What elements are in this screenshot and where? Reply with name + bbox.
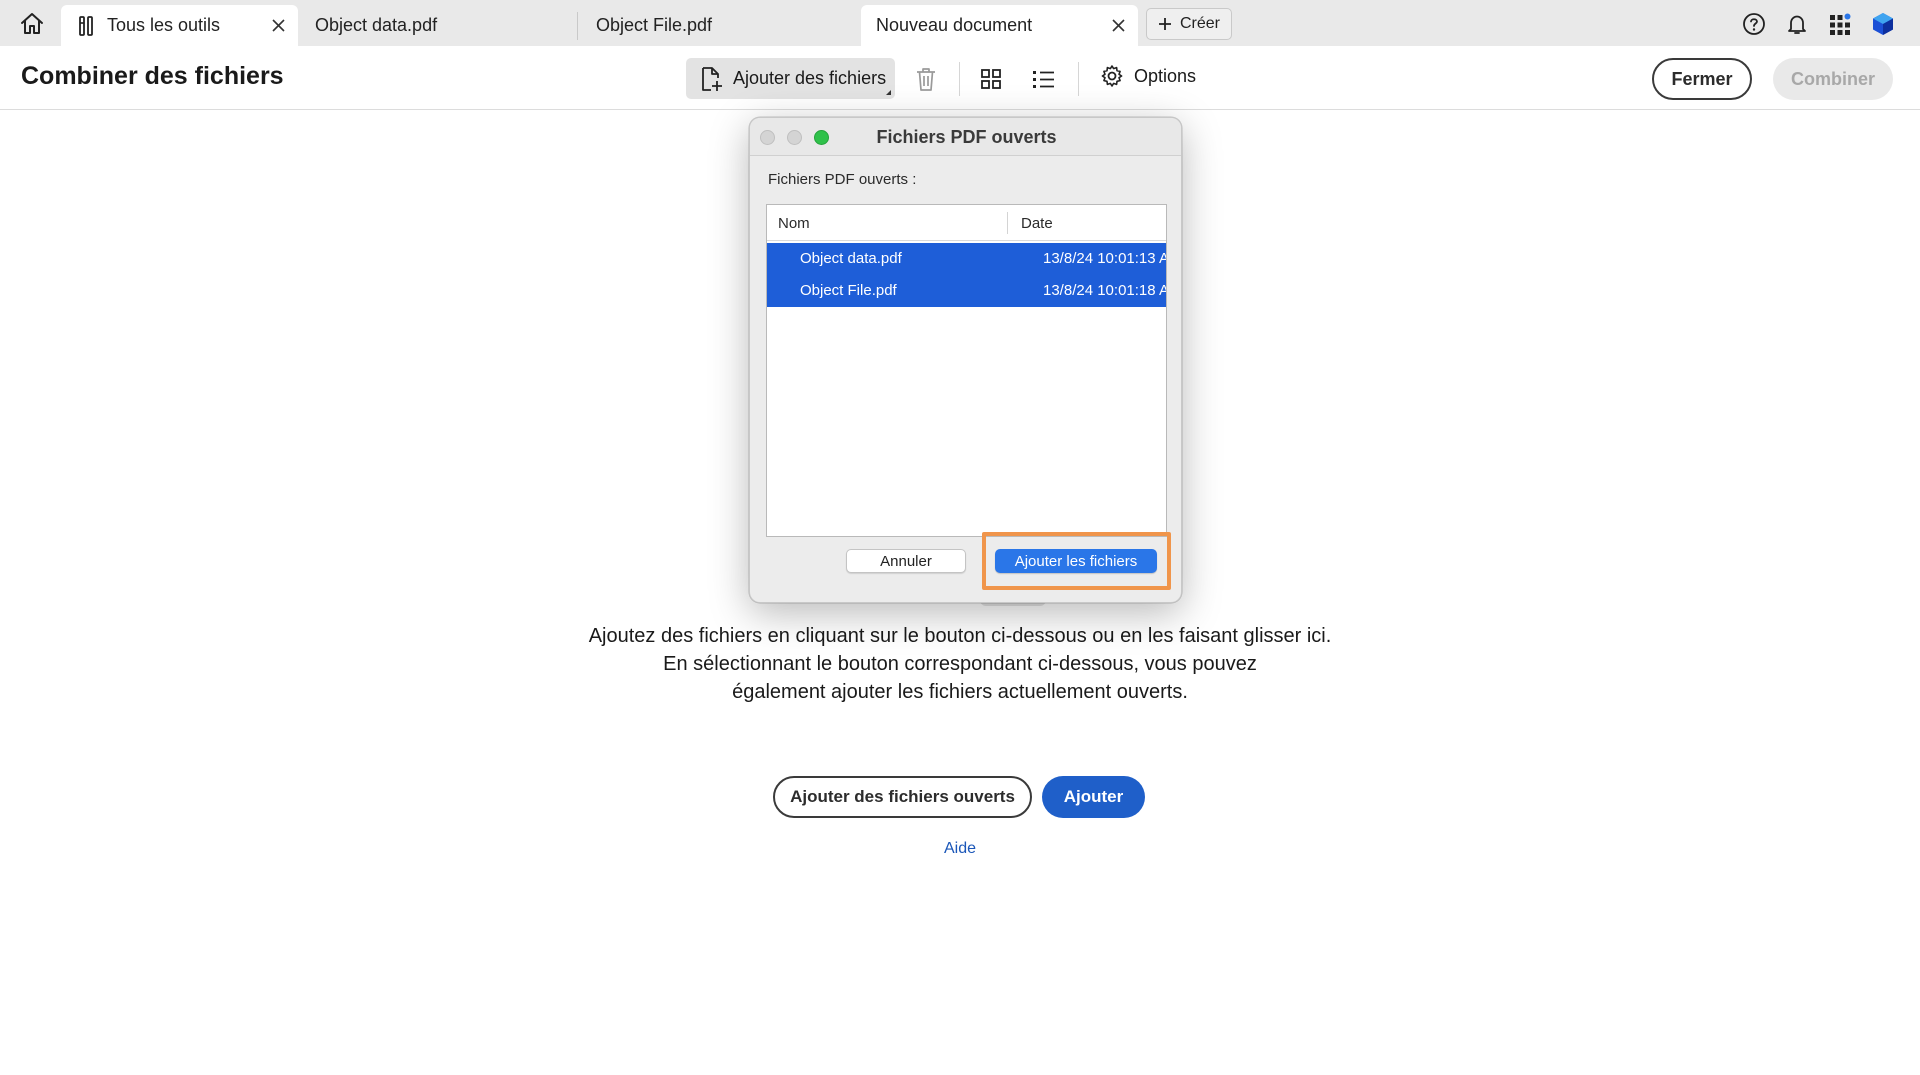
tab-object-data[interactable]: Object data.pdf	[298, 5, 578, 46]
cloud-profile-icon	[1873, 13, 1893, 35]
profile-button[interactable]	[1869, 10, 1897, 38]
list-view-button[interactable]	[1030, 65, 1058, 93]
toolbar-divider	[959, 62, 960, 96]
list-view-icon	[1033, 71, 1054, 88]
column-header-name[interactable]: Nom	[778, 215, 810, 232]
add-file-icon	[702, 66, 722, 91]
home-icon	[21, 13, 43, 34]
grid-view-button[interactable]	[977, 65, 1005, 93]
instructions-text: Ajoutez des fichiers en cliquant sur le …	[460, 622, 1460, 706]
help-link[interactable]: Aide	[930, 840, 990, 858]
page-title: Combiner des fichiers	[21, 62, 284, 90]
add-files-label: Ajouter des fichiers	[733, 68, 887, 88]
instructions-line: En sélectionnant le bouton correspondant…	[663, 653, 1257, 675]
open-pdf-files-dialog: Fichiers PDF ouverts Fichiers PDF ouvert…	[749, 117, 1182, 603]
tab-bar: Tous les outils Object data.pdf Object F…	[0, 0, 1920, 46]
toolbar: Combiner des fichiers Ajouter des fichie…	[0, 46, 1920, 110]
add-files-button[interactable]: Ajouter des fichiers	[686, 58, 895, 99]
tab-label: Object data.pdf	[315, 15, 438, 35]
options-label: Options	[1134, 65, 1197, 86]
file-row[interactable]: Object File.pdf 13/8/24 10:01:18 AM	[767, 275, 1166, 307]
tools-icon	[79, 15, 93, 36]
delete-button[interactable]	[912, 65, 940, 93]
file-date: 13/8/24 10:01:13 AM	[1043, 250, 1166, 267]
home-button[interactable]	[12, 6, 52, 42]
tab-close-button[interactable]	[1108, 15, 1128, 35]
file-list[interactable]: Nom Date Object data.pdf 13/8/24 10:01:1…	[766, 204, 1167, 537]
tab-label: Object File.pdf	[596, 15, 713, 35]
tab-new-document[interactable]: Nouveau document	[861, 5, 1138, 46]
create-button[interactable]: Créer	[1146, 8, 1232, 40]
tab-label: Tous les outils	[107, 15, 221, 35]
close-button[interactable]: Fermer	[1652, 58, 1752, 100]
tab-close-button[interactable]	[268, 15, 288, 35]
options-button[interactable]: Options	[1100, 64, 1196, 88]
cancel-button[interactable]: Annuler	[846, 549, 966, 573]
grid-view-icon	[981, 69, 1001, 89]
file-name: Object data.pdf	[800, 250, 902, 267]
column-header-date[interactable]: Date	[1021, 215, 1053, 232]
notifications-button[interactable]	[1783, 10, 1811, 38]
tab-object-file[interactable]: Object File.pdf	[578, 5, 860, 46]
file-name: Object File.pdf	[800, 282, 897, 299]
add-open-files-button[interactable]: Ajouter des fichiers ouverts	[773, 776, 1032, 818]
gear-icon	[1101, 65, 1123, 87]
bell-icon	[1788, 15, 1806, 34]
plus-icon	[1158, 18, 1171, 30]
column-divider	[1007, 212, 1008, 234]
dialog-list-label: Fichiers PDF ouverts :	[768, 171, 917, 188]
dialog-titlebar: Fichiers PDF ouverts	[750, 118, 1181, 156]
apps-button[interactable]	[1826, 10, 1854, 38]
tab-label: Nouveau document	[876, 15, 1033, 35]
help-icon	[1743, 13, 1765, 35]
dropdown-corner-icon	[886, 90, 891, 95]
apps-icon	[1830, 13, 1851, 35]
instructions-line: également ajouter les fichiers actuellem…	[732, 681, 1188, 703]
dialog-title: Fichiers PDF ouverts	[876, 127, 1057, 147]
toolbar-divider	[1078, 62, 1079, 96]
combine-button[interactable]: Combiner	[1773, 58, 1893, 100]
file-date: 13/8/24 10:01:18 AM	[1043, 282, 1166, 299]
instructions-line: Ajoutez des fichiers en cliquant sur le …	[588, 625, 1332, 647]
trash-icon	[917, 68, 935, 91]
file-row[interactable]: Object data.pdf 13/8/24 10:01:13 AM	[767, 243, 1166, 275]
close-icon	[271, 18, 285, 32]
close-icon	[1111, 18, 1125, 32]
list-header: Nom Date	[767, 205, 1166, 241]
create-label: Créer	[1179, 15, 1220, 32]
help-button[interactable]	[1740, 10, 1768, 38]
add-button[interactable]: Ajouter	[1042, 776, 1145, 818]
add-files-confirm-button[interactable]: Ajouter les fichiers	[995, 549, 1157, 573]
tab-all-tools[interactable]: Tous les outils	[61, 5, 298, 46]
